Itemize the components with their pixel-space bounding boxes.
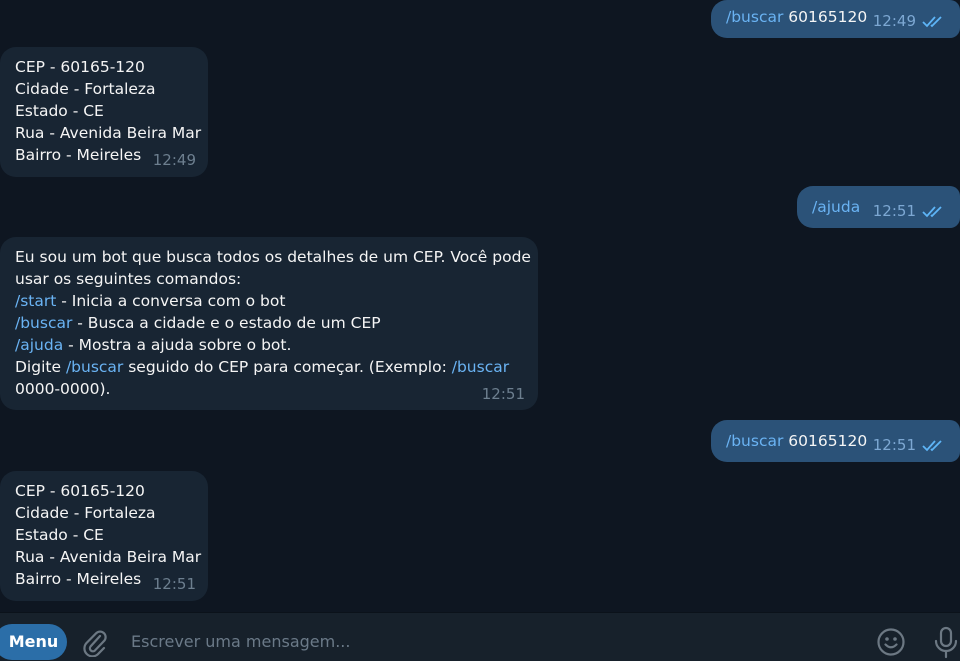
message-line: Cidade - Fortaleza xyxy=(15,80,156,98)
message-text: Digite xyxy=(15,358,66,376)
message-line: CEP - 60165-120 xyxy=(15,482,145,500)
message-time: 12:49 xyxy=(152,151,196,169)
command-description: - Inicia a conversa com o bot xyxy=(56,292,286,310)
command-link[interactable]: /buscar xyxy=(452,358,509,376)
incoming-message[interactable]: Eu sou um bot que busca todos os detalhe… xyxy=(0,237,538,410)
message-time: 12:51 xyxy=(872,202,916,220)
paperclip-icon[interactable] xyxy=(80,627,108,657)
message-line: /buscar - Busca a cidade e o estado de u… xyxy=(15,312,524,334)
message-line: /ajuda - Mostra a ajuda sobre o bot. xyxy=(15,334,524,356)
double-check-icon xyxy=(922,440,942,452)
command-link[interactable]: /buscar xyxy=(726,432,783,450)
incoming-message[interactable]: CEP - 60165-120 Cidade - Fortaleza Estad… xyxy=(0,47,208,177)
command-link[interactable]: /ajuda xyxy=(812,198,860,216)
command-link[interactable]: /buscar xyxy=(66,358,123,376)
message-line: Estado - CE xyxy=(15,526,104,544)
command-description: - Mostra a ajuda sobre o bot. xyxy=(63,336,292,354)
message-line: Eu sou um bot que busca todos os detalhe… xyxy=(15,248,531,266)
message-line: 0000-0000). xyxy=(15,380,111,398)
microphone-icon[interactable] xyxy=(932,626,960,660)
incoming-message[interactable]: CEP - 60165-120 Cidade - Fortaleza Estad… xyxy=(0,471,208,601)
command-link[interactable]: /start xyxy=(15,292,56,310)
command-link[interactable]: /ajuda xyxy=(15,336,63,354)
message-time: 12:49 xyxy=(872,12,916,30)
message-time: 12:51 xyxy=(872,436,916,454)
message-text: seguido do CEP para começar. (Exemplo: xyxy=(123,358,452,376)
menu-button[interactable]: Menu xyxy=(0,624,67,660)
message-line: Rua - Avenida Beira Mar xyxy=(15,124,202,142)
outgoing-message[interactable]: /buscar 60165120 12:49 xyxy=(711,0,960,38)
message-line: Digite /buscar seguido do CEP para começ… xyxy=(15,356,524,378)
message-time: 12:51 xyxy=(481,385,525,403)
command-description: - Busca a cidade e o estado de um CEP xyxy=(72,314,381,332)
double-check-icon xyxy=(922,16,942,28)
message-line: /start - Inicia a conversa com o bot xyxy=(15,290,524,312)
message-text: 60165120 xyxy=(783,8,868,26)
command-link[interactable]: /buscar xyxy=(15,314,72,332)
message-text: 60165120 xyxy=(783,432,868,450)
message-line: CEP - 60165-120 xyxy=(15,58,145,76)
message-composer: Menu Escrever uma mensagem... xyxy=(0,612,960,661)
message-line: usar os seguintes comandos: xyxy=(15,270,242,288)
emoji-icon[interactable] xyxy=(876,627,906,657)
outgoing-message[interactable]: /ajuda 12:51 xyxy=(797,186,960,228)
double-check-icon xyxy=(922,206,942,218)
message-line: Estado - CE xyxy=(15,102,104,120)
message-line: Cidade - Fortaleza xyxy=(15,504,156,522)
outgoing-message[interactable]: /buscar 60165120 12:51 xyxy=(711,420,960,462)
message-input[interactable]: Escrever uma mensagem... xyxy=(131,630,831,654)
chat-history[interactable]: /buscar 60165120 12:49 CEP - 60165-120 C… xyxy=(0,0,960,612)
command-link[interactable]: /buscar xyxy=(726,8,783,26)
message-line: Rua - Avenida Beira Mar xyxy=(15,548,202,566)
message-time: 12:51 xyxy=(152,575,196,593)
